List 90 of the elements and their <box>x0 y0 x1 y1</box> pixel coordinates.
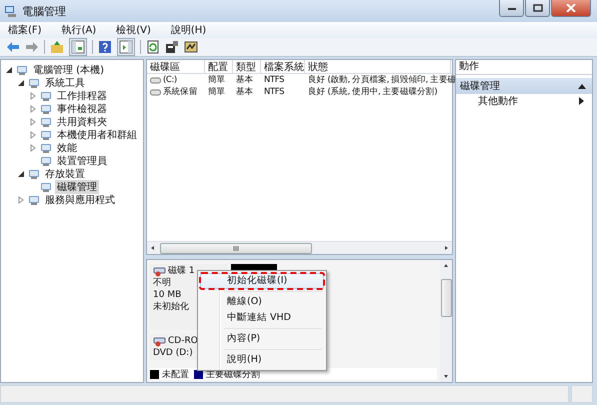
tree-item[interactable]: 本機使用者和群組 <box>55 128 139 142</box>
refresh-icon[interactable] <box>146 40 160 54</box>
window-title: 電腦管理 <box>22 4 66 18</box>
collapsed-arrow-icon[interactable] <box>29 130 37 138</box>
close-button[interactable] <box>551 0 591 17</box>
tree-item[interactable]: 系統工具 <box>43 76 87 90</box>
status-bar-panel <box>571 385 593 403</box>
disk-icon <box>153 266 167 276</box>
menu-item[interactable]: 說明(H) <box>168 23 208 37</box>
table-cell-text: 簡單 <box>207 86 226 98</box>
collapsed-arrow-icon[interactable] <box>29 118 37 126</box>
computer-icon <box>4 4 18 18</box>
tree-item[interactable]: 效能 <box>55 140 79 154</box>
close-icon <box>566 4 576 12</box>
minimize-button[interactable] <box>499 0 524 17</box>
node-icon <box>28 168 40 180</box>
tree-item[interactable]: 工作排程器 <box>55 88 109 102</box>
node-icon <box>40 128 52 140</box>
disk-detail: 不明 <box>153 277 171 289</box>
column-header[interactable]: 磁碟區 <box>147 60 205 73</box>
scroll-up-icon[interactable] <box>443 263 449 269</box>
tree-item[interactable]: 事件檢視器 <box>55 102 109 116</box>
collapse-arrow-icon[interactable] <box>578 83 586 89</box>
action-link[interactable]: 其他動作 <box>478 94 518 108</box>
tree-item[interactable]: 磁碟管理 <box>55 180 99 194</box>
panel-toggle-icon[interactable] <box>69 38 87 56</box>
tree-item[interactable]: 服務與應用程式 <box>43 192 117 206</box>
node-icon <box>40 142 52 154</box>
node-icon <box>16 64 28 76</box>
scroll-left-icon[interactable] <box>150 245 156 251</box>
tree-item[interactable]: 電腦管理 (本機) <box>31 62 106 76</box>
table-cell-text: NTFS <box>263 75 286 85</box>
menu-item[interactable]: 執行(A) <box>60 23 98 37</box>
disk-detail: DVD (D:) <box>153 347 193 359</box>
maximize-icon <box>532 4 542 12</box>
scroll-right-icon[interactable] <box>443 245 449 251</box>
node-icon <box>40 90 52 102</box>
scroll-down-icon[interactable] <box>443 373 449 379</box>
menu-item[interactable]: 初始化磁碟(I) <box>200 273 324 289</box>
tree-item[interactable]: 存放裝置 <box>43 166 87 180</box>
column-header[interactable]: 檔案系統 <box>261 60 305 73</box>
back-arrow-icon[interactable] <box>6 41 20 53</box>
column-header[interactable]: 類型 <box>233 60 261 73</box>
expanded-arrow-icon[interactable] <box>5 66 13 74</box>
vertical-scrollbar[interactable] <box>440 260 452 382</box>
collapsed-arrow-icon[interactable] <box>29 104 37 112</box>
column-header[interactable]: 配置 <box>205 60 233 73</box>
actions-header: 動作 <box>456 60 592 75</box>
node-icon <box>40 154 52 166</box>
tree-item[interactable]: 共用資料夾 <box>55 114 109 128</box>
table-cell-text: 良好 (系統, 使用中, 主要磁碟分割) <box>307 86 438 98</box>
table-cell: (C:) <box>163 75 177 85</box>
disk-detail: 10 MB <box>153 289 182 301</box>
expanded-arrow-icon[interactable] <box>17 78 25 86</box>
tree-item[interactable]: 裝置管理員 <box>55 154 109 168</box>
minimize-icon <box>506 5 516 11</box>
disk-name: 磁碟 1 <box>168 265 195 277</box>
node-icon <box>40 180 52 192</box>
panel-toggle-icon[interactable] <box>117 38 135 56</box>
grip-icon <box>233 246 239 250</box>
drive-icon <box>150 76 161 84</box>
legend-label: 未配置 <box>162 368 189 380</box>
collapsed-arrow-icon[interactable] <box>29 144 37 152</box>
column-header[interactable]: 狀態 <box>305 60 451 73</box>
horizontal-scrollbar[interactable] <box>147 241 452 254</box>
disk-detail: 未初始化 <box>153 301 189 313</box>
section-title: 磁碟管理 <box>460 80 500 93</box>
table-cell-text: 基本 <box>235 86 254 98</box>
node-icon <box>40 102 52 114</box>
menu-item[interactable]: 檢視(V) <box>114 23 153 37</box>
expanded-arrow-icon[interactable] <box>17 170 25 178</box>
folder-up-icon[interactable] <box>50 40 64 54</box>
table-cell-text: 基本 <box>235 74 254 86</box>
actions-section-header[interactable]: 磁碟管理 <box>456 78 592 94</box>
table-cell-text: 簡單 <box>207 74 226 86</box>
node-icon <box>28 194 40 206</box>
maximize-button[interactable] <box>525 0 550 17</box>
disk-icon <box>153 336 167 346</box>
node-icon <box>28 76 40 88</box>
forward-arrow-icon[interactable] <box>25 41 39 53</box>
table-cell: 系統保留 <box>163 86 198 98</box>
collapsed-arrow-icon[interactable] <box>17 196 25 204</box>
submenu-arrow-icon <box>579 97 584 105</box>
node-icon <box>40 116 52 128</box>
drive-icon <box>150 88 161 96</box>
collapsed-arrow-icon[interactable] <box>29 92 37 100</box>
disk-name: CD-RO <box>168 335 198 347</box>
menu-item[interactable]: 檔案(F) <box>6 23 44 37</box>
table-cell-text: NTFS <box>263 87 286 97</box>
help-icon[interactable] <box>98 40 112 54</box>
